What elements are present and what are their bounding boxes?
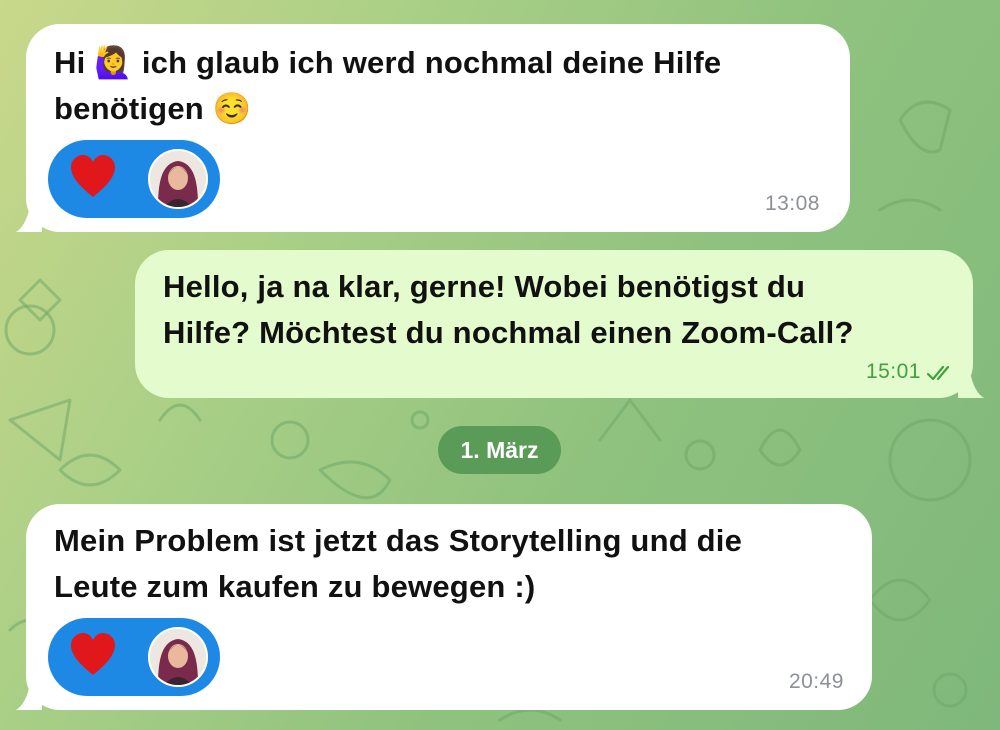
message-text-segment: benötigen [54,91,213,126]
outgoing-message[interactable]: Hello, ja na klar, gerne! Wobei benötigs… [135,250,973,398]
message-text-line: Hi 🙋‍♀️ ich glaub ich werd nochmal deine… [54,40,850,86]
avatar-image [150,629,206,685]
message-text-line: benötigen ☺️ [54,86,850,132]
read-double-check-icon [927,365,950,381]
smiling-emoji: ☺️ [212,91,252,126]
reaction-pill[interactable] [48,618,220,696]
message-text-line: Hello, ja na klar, gerne! Wobei benötigs… [163,269,806,304]
avatar-image [150,151,206,207]
message-text-segment: Hi [54,45,95,80]
message-time: 13:08 [764,192,820,215]
incoming-message[interactable]: Mein Problem ist jetzt das Storytelling … [26,504,872,710]
raising-hand-emoji: 🙋‍♀️ [94,45,134,80]
incoming-message[interactable]: Hi 🙋‍♀️ ich glaub ich werd nochmal deine… [26,24,850,232]
message-time: 15:01 [865,360,921,383]
message-text-line: Mein Problem ist jetzt das Storytelling … [54,523,743,558]
heart-icon [71,155,115,197]
reaction-pill[interactable] [48,140,220,218]
message-time: 20:49 [788,670,844,693]
heart-icon [71,633,115,675]
avatar[interactable] [148,149,208,209]
avatar[interactable] [148,627,208,687]
message-text-segment: ich glaub ich werd nochmal deine Hilfe [133,45,722,80]
message-text-line: Hilfe? Möchtest du nochmal einen Zoom-Ca… [163,315,854,350]
date-separator: 1. März [438,426,561,474]
message-text-line: Leute zum kaufen zu bewegen :) [54,569,536,604]
